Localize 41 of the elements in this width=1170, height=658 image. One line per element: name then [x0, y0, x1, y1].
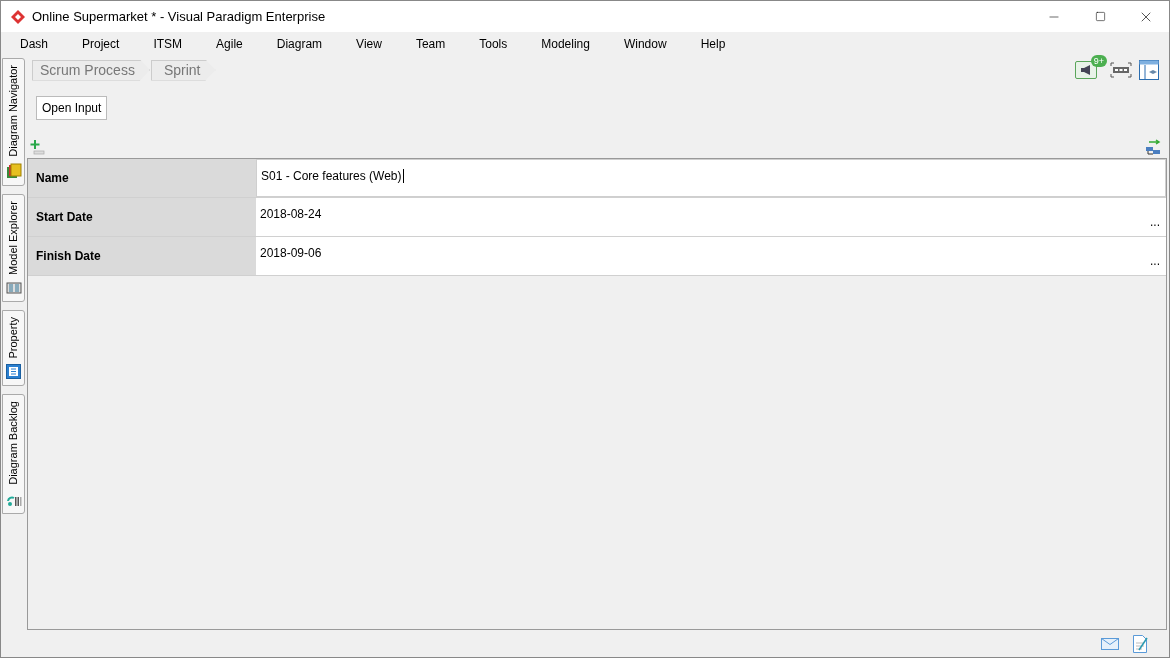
window-title: Online Supermarket * - Visual Paradigm Enterprise	[32, 7, 326, 26]
add-row-icon[interactable]	[30, 139, 46, 155]
property-value-field[interactable]: 2018-09-06 ...	[256, 237, 1166, 275]
menu-item[interactable]: Tools	[468, 35, 519, 53]
menu-item[interactable]: Window	[612, 35, 678, 53]
open-input-button[interactable]: Open Input	[36, 96, 108, 120]
side-tab[interactable]: Model Explorer	[2, 193, 25, 302]
book-icon	[5, 280, 22, 295]
menu-item[interactable]: Diagram	[265, 35, 334, 53]
menu-item[interactable]: Dash	[9, 35, 59, 53]
property-label: Finish Date	[28, 237, 256, 275]
menu-item[interactable]: Team	[404, 35, 457, 53]
megaphone-icon	[1080, 64, 1092, 76]
app-logo-icon	[11, 9, 25, 24]
menu-item[interactable]: Project	[71, 35, 131, 53]
sync-icon[interactable]	[1145, 139, 1161, 155]
ellipsis-button[interactable]: ...	[1150, 255, 1160, 267]
ellipsis-button[interactable]: ...	[1150, 216, 1160, 228]
property-sheet-icon	[6, 364, 21, 380]
property-label: Name	[28, 159, 256, 197]
mail-icon[interactable]	[1101, 638, 1119, 650]
document-pen-icon[interactable]	[1133, 635, 1149, 653]
breadcrumb-item[interactable]: Scrum Process	[32, 59, 150, 81]
side-tab[interactable]: Property	[2, 309, 25, 387]
menu-item[interactable]: Help	[689, 35, 737, 53]
side-tab[interactable]: Diagram Backlog	[2, 394, 25, 515]
side-tab[interactable]: Diagram Navigator	[2, 58, 25, 186]
folder-stack-icon	[5, 162, 22, 179]
property-label: Start Date	[28, 198, 256, 236]
menu-item[interactable]: Agile	[205, 35, 254, 53]
fit-frame-icon[interactable]	[1110, 62, 1132, 78]
menu-item[interactable]: View	[345, 35, 393, 53]
maximize-icon[interactable]	[1094, 11, 1106, 22]
menu-item[interactable]: Modeling	[530, 35, 601, 53]
notification-badge: 9+	[1090, 55, 1107, 67]
breadcrumb-item[interactable]: Sprint	[150, 59, 216, 81]
text-cursor	[402, 169, 404, 183]
property-value-field[interactable]: 2018-08-24 ...	[256, 198, 1166, 236]
menu-item[interactable]: ITSM	[142, 35, 194, 53]
panel-layout-icon[interactable]	[1139, 60, 1159, 80]
property-value-field[interactable]: S01 - Core features (Web)	[256, 159, 1166, 197]
